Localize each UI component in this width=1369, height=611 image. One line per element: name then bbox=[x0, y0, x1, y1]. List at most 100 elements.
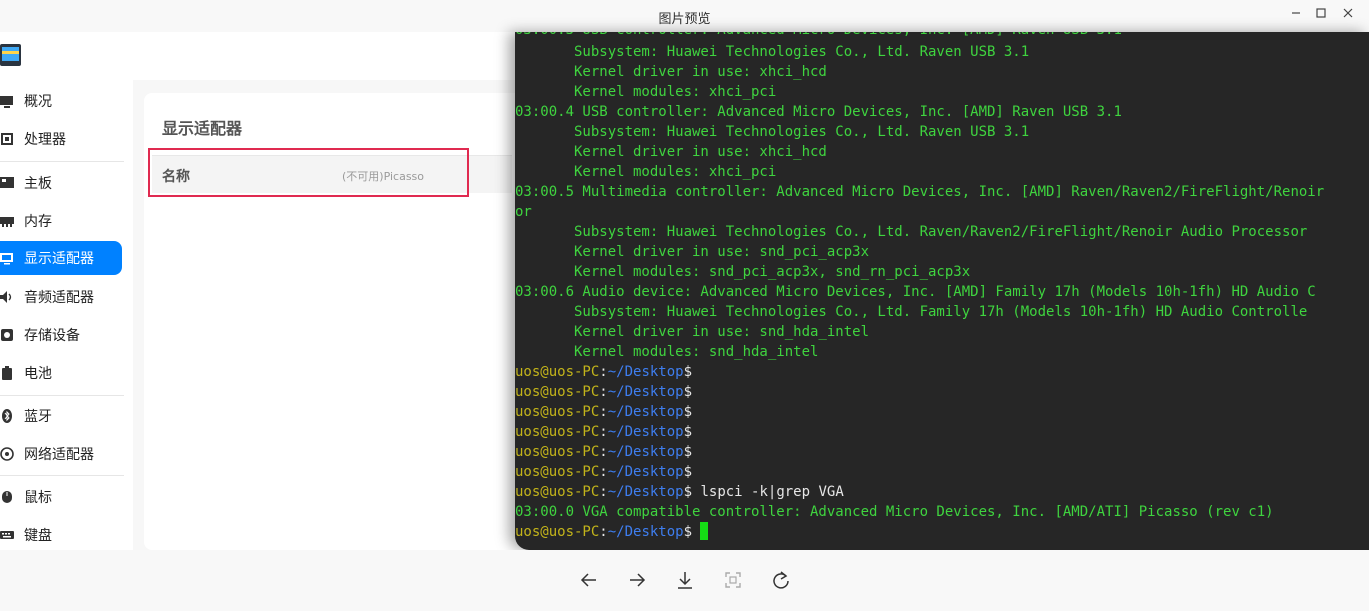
fit-icon[interactable] bbox=[721, 568, 745, 592]
sidebar-item-cpu[interactable]: 处理器 bbox=[0, 122, 122, 156]
prompt-end: $ bbox=[683, 404, 693, 420]
sidebar-item-label: 存储设备 bbox=[24, 328, 80, 344]
sidebar-item-motherboard[interactable]: 主板 bbox=[0, 166, 122, 200]
terminal-line: or bbox=[515, 204, 532, 220]
terminal-line: Kernel modules: xhci_pci bbox=[515, 164, 777, 180]
sidebar-item-label: 蓝牙 bbox=[24, 409, 52, 425]
prompt-sep: : bbox=[599, 404, 608, 420]
prompt-path: ~/Desktop bbox=[607, 384, 684, 400]
terminal-line: 03:00.4 USB controller: Advanced Micro D… bbox=[515, 104, 1122, 120]
battery-icon bbox=[0, 366, 14, 380]
sidebar-item-label: 处理器 bbox=[24, 132, 66, 148]
sidebar-item-label: 鼠标 bbox=[24, 490, 52, 506]
prompt-end: $ bbox=[683, 424, 693, 440]
terminal-panel[interactable]: 03:00.3 USB controller: Advanced Micro D… bbox=[515, 32, 1369, 550]
sidebar-item-overview[interactable]: 概况 bbox=[0, 84, 122, 118]
sidebar-item-label: 内存 bbox=[24, 214, 52, 230]
terminal-line: Subsystem: Huawei Technologies Co., Ltd.… bbox=[515, 224, 1308, 240]
terminal-prompt: uos@uos-PC:~/Desktop$ bbox=[515, 362, 692, 382]
prompt-user: uos@uos-PC bbox=[515, 424, 600, 440]
close-icon[interactable] bbox=[1336, 4, 1360, 22]
sidebar-item-memory[interactable]: 内存 bbox=[0, 204, 122, 238]
rotate-icon[interactable] bbox=[769, 568, 793, 592]
prompt-end: $ bbox=[683, 364, 693, 380]
prompt-user: uos@uos-PC bbox=[515, 464, 600, 480]
sidebar-divider bbox=[0, 161, 124, 162]
terminal-line: Subsystem: Huawei Technologies Co., Ltd.… bbox=[515, 124, 1030, 140]
prompt-path: ~/Desktop bbox=[607, 524, 684, 540]
terminal-prompt: uos@uos-PC:~/Desktop$ bbox=[515, 442, 692, 462]
sidebar: 概况 处理器 主板 内存 显示适配器 音频适配器 存储设备 电池 蓝牙 网络适配… bbox=[0, 80, 133, 550]
overview-icon bbox=[0, 94, 14, 108]
previous-icon[interactable] bbox=[577, 568, 601, 592]
prompt-sep: : bbox=[599, 484, 608, 500]
prompt-end: $ bbox=[683, 384, 693, 400]
terminal-line: Subsystem: Huawei Technologies Co., Ltd.… bbox=[515, 304, 1308, 320]
prompt-sep: : bbox=[599, 384, 608, 400]
sidebar-item-bluetooth[interactable]: 蓝牙 bbox=[0, 399, 122, 433]
terminal-line: Kernel modules: xhci_pci bbox=[515, 84, 777, 100]
terminal-prompt[interactable]: uos@uos-PC:~/Desktop$ bbox=[515, 522, 709, 542]
download-icon[interactable] bbox=[673, 568, 697, 592]
prompt-path: ~/Desktop bbox=[607, 464, 684, 480]
prompt-path: ~/Desktop bbox=[607, 484, 684, 500]
terminal-cursor bbox=[700, 522, 709, 540]
prompt-user: uos@uos-PC bbox=[515, 364, 600, 380]
terminal-line: Kernel modules: snd_hda_intel bbox=[515, 344, 819, 360]
sidebar-item-network[interactable]: 网络适配器 bbox=[0, 437, 122, 471]
terminal-prompt: uos@uos-PC:~/Desktop$ bbox=[515, 422, 692, 442]
terminal-line: 03:00.3 USB controller: Advanced Micro D… bbox=[515, 32, 1122, 40]
prompt-sep: : bbox=[599, 444, 608, 460]
maximize-icon[interactable] bbox=[1309, 4, 1333, 22]
prompt-end: $ bbox=[683, 444, 693, 460]
memory-icon bbox=[0, 214, 14, 228]
viewer-toolbar bbox=[0, 550, 1369, 611]
sidebar-item-label: 网络适配器 bbox=[24, 447, 94, 463]
terminal-line: 03:00.5 Multimedia controller: Advanced … bbox=[515, 184, 1325, 200]
next-icon[interactable] bbox=[625, 568, 649, 592]
prompt-end: $ bbox=[683, 484, 693, 500]
terminal-prompt: uos@uos-PC:~/Desktop$ bbox=[515, 462, 692, 482]
window-title: 图片预览 bbox=[658, 12, 711, 27]
prompt-user: uos@uos-PC bbox=[515, 384, 600, 400]
prompt-user: uos@uos-PC bbox=[515, 484, 600, 500]
section-title: 显示适配器 bbox=[162, 119, 243, 138]
display-adapter-icon bbox=[0, 251, 14, 265]
terminal-line: 03:00.6 Audio device: Advanced Micro Dev… bbox=[515, 284, 1316, 300]
sidebar-item-label: 电池 bbox=[24, 366, 52, 382]
terminal-line: Kernel modules: snd_pci_acp3x, snd_rn_pc… bbox=[515, 264, 971, 280]
storage-icon bbox=[0, 328, 14, 342]
terminal-line: Kernel driver in use: snd_hda_intel bbox=[515, 324, 870, 340]
sidebar-item-label: 概况 bbox=[24, 94, 52, 110]
prompt-sep: : bbox=[599, 424, 608, 440]
prompt-end: $ bbox=[683, 464, 693, 480]
sidebar-item-audio-adapter[interactable]: 音频适配器 bbox=[0, 280, 122, 314]
minimize-icon[interactable] bbox=[1284, 4, 1308, 22]
sidebar-item-mouse[interactable]: 鼠标 bbox=[0, 480, 122, 514]
sidebar-divider bbox=[0, 395, 124, 396]
sidebar-item-label: 显示适配器 bbox=[24, 251, 94, 267]
prompt-sep: : bbox=[599, 464, 608, 480]
prompt-sep: : bbox=[599, 364, 608, 380]
terminal-line: Kernel driver in use: xhci_hcd bbox=[515, 64, 827, 80]
motherboard-icon bbox=[0, 176, 14, 190]
sidebar-item-display-adapter[interactable]: 显示适配器 bbox=[0, 241, 122, 275]
terminal-prompt: uos@uos-PC:~/Desktop$ bbox=[515, 382, 692, 402]
sidebar-divider bbox=[0, 475, 124, 476]
mouse-icon bbox=[0, 490, 14, 504]
prompt-path: ~/Desktop bbox=[607, 404, 684, 420]
sidebar-item-label: 键盘 bbox=[24, 528, 52, 544]
prompt-user: uos@uos-PC bbox=[515, 404, 600, 420]
terminal-line: Kernel driver in use: xhci_hcd bbox=[515, 144, 827, 160]
cpu-icon bbox=[0, 132, 14, 146]
keyboard-icon bbox=[0, 528, 14, 542]
prompt-user: uos@uos-PC bbox=[515, 444, 600, 460]
title-bar: 图片预览 bbox=[0, 0, 1369, 32]
network-icon bbox=[0, 447, 14, 461]
terminal-prompt: uos@uos-PC:~/Desktop$ bbox=[515, 402, 692, 422]
sidebar-item-battery[interactable]: 电池 bbox=[0, 356, 122, 390]
prompt-path: ~/Desktop bbox=[607, 364, 684, 380]
sidebar-item-keyboard[interactable]: 键盘 bbox=[0, 518, 122, 552]
prompt-path: ~/Desktop bbox=[607, 424, 684, 440]
sidebar-item-storage[interactable]: 存储设备 bbox=[0, 318, 122, 352]
